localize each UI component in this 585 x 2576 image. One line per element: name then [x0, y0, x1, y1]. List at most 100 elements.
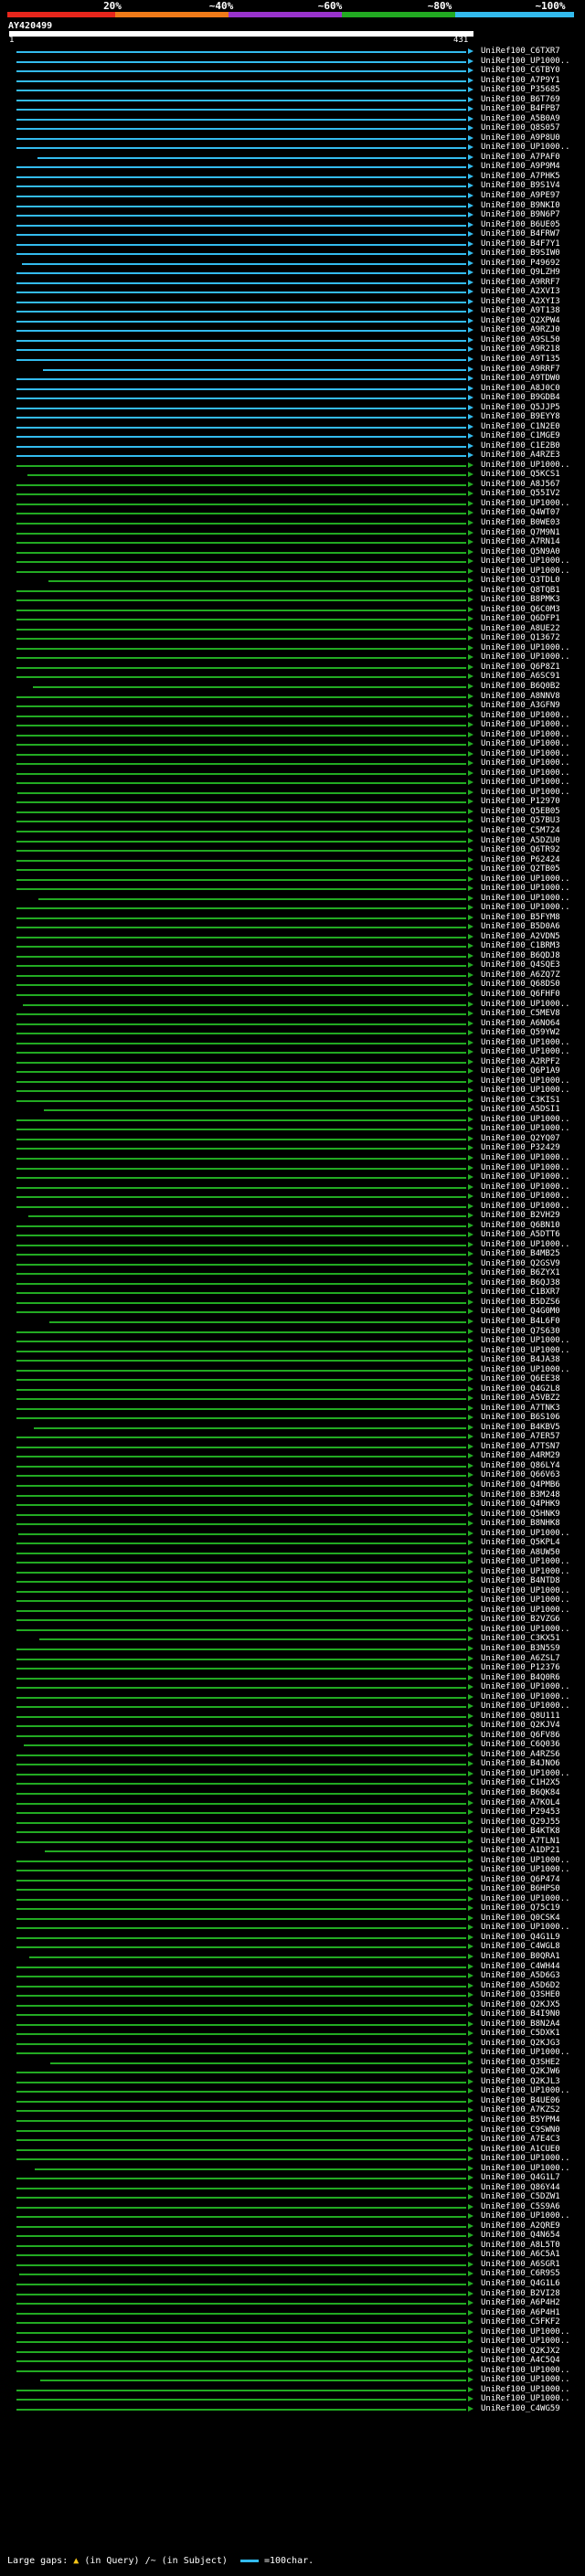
- hit-row[interactable]: UniRef100_B6QJ38: [0, 1278, 585, 1288]
- hit-name-link[interactable]: UniRef100_UP1000..: [481, 1115, 570, 1124]
- hit-name-link[interactable]: UniRef100_UP1000..: [481, 1558, 570, 1566]
- hit-row[interactable]: UniRef100_A9TDW0: [0, 375, 585, 383]
- hit-row[interactable]: UniRef100_C5FKF2: [0, 2318, 585, 2327]
- hit-name-link[interactable]: UniRef100_UP1000..: [481, 730, 570, 739]
- hit-row[interactable]: UniRef100_UP1000..: [0, 885, 585, 893]
- hit-row[interactable]: UniRef100_B6UE05: [0, 220, 585, 229]
- hit-row[interactable]: UniRef100_C5MEV8: [0, 1010, 585, 1018]
- hit-name-link[interactable]: UniRef100_B9SIW0: [481, 249, 560, 258]
- hit-row[interactable]: UniRef100_A7E4C3: [0, 2136, 585, 2144]
- hit-name-link[interactable]: UniRef100_A8UE22: [481, 624, 560, 633]
- hit-row[interactable]: UniRef100_A5DTT6: [0, 1231, 585, 1239]
- hit-name-link[interactable]: UniRef100_UP1000..: [481, 904, 570, 912]
- hit-row[interactable]: UniRef100_B4JNO6: [0, 1760, 585, 1768]
- hit-name-link[interactable]: UniRef100_A5DZU0: [481, 836, 560, 845]
- hit-name-link[interactable]: UniRef100_Q68DS0: [481, 981, 560, 989]
- hit-row[interactable]: UniRef100_UP1000..: [0, 1625, 585, 1634]
- hit-name-link[interactable]: UniRef100_A5DSI1: [481, 1106, 560, 1114]
- hit-name-link[interactable]: UniRef100_UP1000..: [481, 653, 570, 662]
- hit-name-link[interactable]: UniRef100_A7RN14: [481, 538, 560, 546]
- hit-name-link[interactable]: UniRef100_B4FRW7: [481, 230, 560, 239]
- hit-row[interactable]: UniRef100_UP1000..: [0, 779, 585, 787]
- hit-row[interactable]: UniRef100_B4MB25: [0, 1250, 585, 1258]
- hit-row[interactable]: UniRef100_Q4G1L7: [0, 2174, 585, 2182]
- hit-name-link[interactable]: UniRef100_A2QRE9: [481, 2221, 560, 2231]
- hit-row[interactable]: UniRef100_UP1000..: [0, 1856, 585, 1865]
- hit-name-link[interactable]: UniRef100_C6Q036: [481, 1741, 560, 1749]
- hit-name-link[interactable]: UniRef100_Q2YQ07: [481, 1134, 560, 1143]
- hit-name-link[interactable]: UniRef100_B5D0A6: [481, 923, 560, 931]
- hit-row[interactable]: UniRef100_UP1000..: [0, 1692, 585, 1701]
- hit-name-link[interactable]: UniRef100_B8NHK8: [481, 1520, 560, 1528]
- hit-row[interactable]: UniRef100_Q2KJV4: [0, 1722, 585, 1730]
- hit-name-link[interactable]: UniRef100_UP1000..: [481, 1586, 570, 1595]
- hit-name-link[interactable]: UniRef100_UP1000..: [481, 1038, 570, 1047]
- hit-row[interactable]: UniRef100_UP1000..: [0, 1702, 585, 1711]
- hit-row[interactable]: UniRef100_Q5N9A0: [0, 547, 585, 557]
- hit-name-link[interactable]: UniRef100_C1N2E0: [481, 422, 560, 431]
- hit-row[interactable]: UniRef100_B6Q0B2: [0, 683, 585, 691]
- hit-name-link[interactable]: UniRef100_Q4PMB6: [481, 1481, 560, 1489]
- hit-name-link[interactable]: UniRef100_Q6P474: [481, 1875, 560, 1884]
- hit-name-link[interactable]: UniRef100_P62424: [481, 855, 560, 864]
- hit-name-link[interactable]: UniRef100_Q6FV86: [481, 1731, 560, 1740]
- hit-name-link[interactable]: UniRef100_UP1000..: [481, 57, 570, 66]
- hit-name-link[interactable]: UniRef100_P32429: [481, 1144, 560, 1152]
- hit-row[interactable]: UniRef100_B3M248: [0, 1490, 585, 1500]
- hit-name-link[interactable]: UniRef100_A7PHK5: [481, 172, 560, 181]
- hit-name-link[interactable]: UniRef100_B9S1V4: [481, 182, 560, 190]
- hit-row[interactable]: UniRef100_UP1000..: [0, 2087, 585, 2095]
- hit-row[interactable]: UniRef100_UP1000..: [0, 2376, 585, 2384]
- hit-name-link[interactable]: UniRef100_Q3TDL0: [481, 577, 560, 585]
- hit-row[interactable]: UniRef100_B4L6F0: [0, 1318, 585, 1326]
- hit-name-link[interactable]: UniRef100_UP1000..: [481, 1692, 570, 1701]
- hit-row[interactable]: UniRef100_P29453: [0, 1808, 585, 1817]
- hit-name-link[interactable]: UniRef100_B5DZS6: [481, 1298, 560, 1307]
- hit-row[interactable]: UniRef100_UP1000..: [0, 769, 585, 778]
- hit-name-link[interactable]: UniRef100_C6TBY0: [481, 67, 560, 75]
- hit-name-link[interactable]: UniRef100_Q8S057: [481, 124, 560, 133]
- hit-name-link[interactable]: UniRef100_A6ZQ7Z: [481, 970, 560, 980]
- hit-name-link[interactable]: UniRef100_B6T769: [481, 95, 560, 104]
- hit-name-link[interactable]: UniRef100_Q7M9N1: [481, 528, 560, 537]
- hit-name-link[interactable]: UniRef100_B6UE05: [481, 220, 560, 229]
- hit-name-link[interactable]: UniRef100_UP1000..: [481, 1866, 570, 1874]
- hit-row[interactable]: UniRef100_A7KZS2: [0, 2106, 585, 2115]
- hit-row[interactable]: UniRef100_UP1000..: [0, 1365, 585, 1374]
- hit-row[interactable]: UniRef100_UP1000..: [0, 1346, 585, 1355]
- hit-name-link[interactable]: UniRef100_UP1000..: [481, 1048, 570, 1056]
- hit-row[interactable]: UniRef100_Q6FHF0: [0, 990, 585, 999]
- hit-row[interactable]: UniRef100_C1H2X5: [0, 1779, 585, 1787]
- hit-row[interactable]: UniRef100_Q2XPW4: [0, 316, 585, 325]
- hit-name-link[interactable]: UniRef100_Q3SHE0: [481, 1991, 560, 1999]
- hit-name-link[interactable]: UniRef100_A9SL50: [481, 335, 560, 345]
- hit-row[interactable]: UniRef100_UP1000..: [0, 1769, 585, 1778]
- hit-name-link[interactable]: UniRef100_A6SGR1: [481, 2260, 560, 2269]
- hit-row[interactable]: UniRef100_UP1000..: [0, 788, 585, 797]
- hit-row[interactable]: UniRef100_A9SL50: [0, 335, 585, 345]
- hit-row[interactable]: UniRef100_UP1000..: [0, 2327, 585, 2337]
- hit-row[interactable]: UniRef100_C1N2E0: [0, 422, 585, 431]
- hit-name-link[interactable]: UniRef100_C1H2X5: [481, 1779, 560, 1787]
- hit-name-link[interactable]: UniRef100_A6SC91: [481, 673, 560, 681]
- hit-row[interactable]: UniRef100_B4UE06: [0, 2096, 585, 2105]
- hit-name-link[interactable]: UniRef100_A2XVI3: [481, 288, 560, 296]
- hit-row[interactable]: UniRef100_A8UW50: [0, 1548, 585, 1557]
- hit-name-link[interactable]: UniRef100_C5S9A6: [481, 2202, 560, 2211]
- hit-name-link[interactable]: UniRef100_B4JNO6: [481, 1760, 560, 1768]
- hit-row[interactable]: UniRef100_UP1000..: [0, 711, 585, 720]
- hit-name-link[interactable]: UniRef100_Q0CSK4: [481, 1913, 560, 1923]
- hit-row[interactable]: UniRef100_UP1000..: [0, 567, 585, 576]
- hit-row[interactable]: UniRef100_UP1000..: [0, 1182, 585, 1192]
- hit-row[interactable]: UniRef100_C5DZW1: [0, 2193, 585, 2201]
- hit-name-link[interactable]: UniRef100_Q2GSV9: [481, 1259, 560, 1268]
- hit-row[interactable]: UniRef100_B0QRA1: [0, 1952, 585, 1961]
- hit-name-link[interactable]: UniRef100_Q6FHF0: [481, 990, 560, 999]
- hit-row[interactable]: UniRef100_A7ER57: [0, 1433, 585, 1441]
- hit-name-link[interactable]: UniRef100_UP1000..: [481, 1365, 570, 1374]
- hit-name-link[interactable]: UniRef100_A4RZE3: [481, 451, 560, 460]
- hit-row[interactable]: UniRef100_Q0CSK4: [0, 1913, 585, 1923]
- hit-name-link[interactable]: UniRef100_C4WGL8: [481, 1943, 560, 1951]
- hit-row[interactable]: UniRef100_UP1000..: [0, 1202, 585, 1211]
- hit-name-link[interactable]: UniRef100_A6NO64: [481, 1019, 560, 1028]
